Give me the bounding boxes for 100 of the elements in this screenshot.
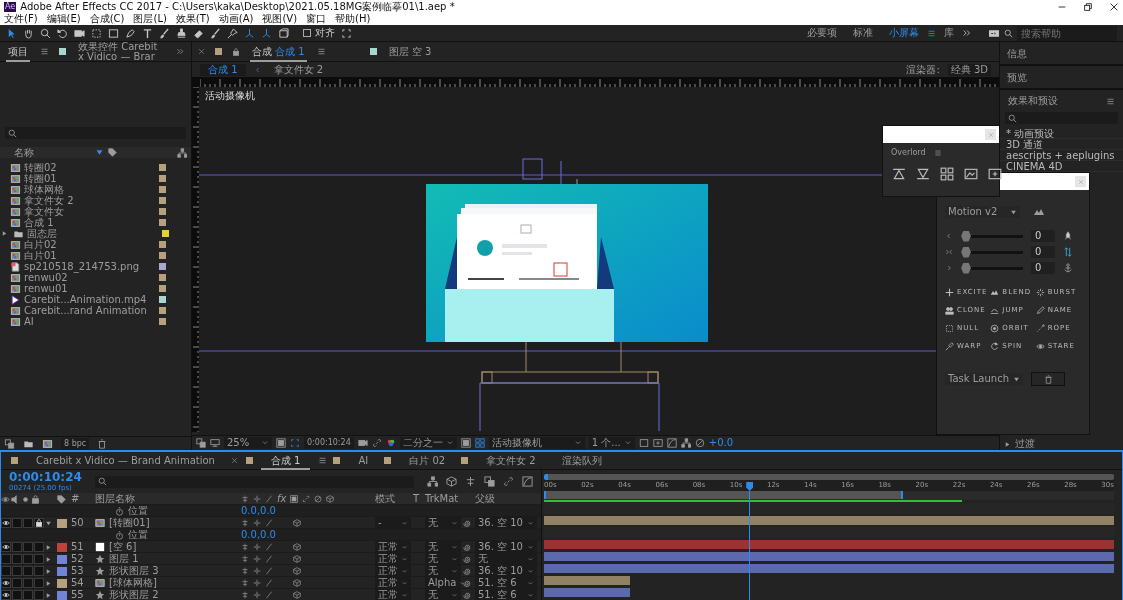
project-item[interactable]: 球体网格 — [24, 184, 156, 195]
zoom-dropdown[interactable]: 25% — [224, 437, 272, 449]
menu-item[interactable]: 文件(F) — [4, 13, 38, 25]
viewer-tab[interactable]: 合成 合成 1 — [250, 41, 307, 62]
project-item[interactable]: 拿文件女 2 — [24, 195, 156, 206]
parent-dropdown[interactable]: 无 — [475, 553, 537, 565]
project-item[interactable]: Carebit...rand Animation — [24, 305, 156, 316]
panel-title[interactable]: 效果和预设 — [1008, 95, 1058, 107]
menu-item[interactable]: 帮助(H) — [335, 13, 371, 25]
view-dropdown[interactable]: 活动摄像机 — [488, 437, 585, 449]
project-item[interactable]: 转圈02 — [24, 162, 156, 173]
layer-name[interactable]: 图层 1 — [109, 553, 139, 565]
mode-dropdown[interactable]: 正常 — [375, 553, 411, 565]
timeline-tab[interactable]: AI — [348, 451, 379, 470]
effects-tree-item[interactable]: CINEMA 4D — [1006, 161, 1063, 172]
preset-dropdown[interactable]: Motion v2 — [945, 206, 1020, 218]
help-search-field[interactable]: 搜索帮助 — [1017, 25, 1117, 41]
effects-tree-item[interactable]: 3D 通道 — [1006, 139, 1044, 150]
track-matte-dropdown[interactable]: 无 — [425, 541, 461, 553]
slider-value-field[interactable]: 0 — [1031, 246, 1055, 258]
project-item[interactable]: 转圈01 — [24, 173, 156, 184]
property-name: 位置 — [128, 505, 148, 517]
project-item[interactable]: 白片02 — [24, 239, 156, 250]
project-item[interactable]: 拿文件女 — [24, 206, 156, 217]
effects-tree-item[interactable]: 过渡 — [1015, 438, 1035, 450]
mode-dropdown[interactable]: 正常 — [375, 577, 411, 589]
project-item[interactable]: 合成 1 — [24, 217, 156, 228]
parent-dropdown[interactable]: 36. 空 10 — [475, 541, 537, 553]
project-item[interactable]: 白片01 — [24, 250, 156, 261]
parent-dropdown[interactable]: 36. 空 10 — [475, 565, 537, 577]
layer-name[interactable]: [空 6] — [109, 541, 137, 553]
layer-number: 52 — [71, 553, 85, 565]
column-header: TrkMat — [425, 493, 460, 505]
slider-value-field[interactable]: 0 — [1031, 230, 1055, 242]
menu-item[interactable]: 窗口 — [306, 13, 327, 25]
menu-item[interactable]: 合成(C) — [89, 13, 125, 25]
track-matte-dropdown[interactable]: 无 — [425, 553, 461, 565]
timeline-tab[interactable]: 渲染队列 — [551, 451, 612, 470]
layer-name[interactable]: 形状图层 3 — [109, 565, 159, 577]
breadcrumb[interactable]: 合成 1 — [200, 63, 246, 76]
layer-name[interactable]: [球体网格] — [109, 577, 157, 589]
timeline-tab[interactable]: 白片 02 — [399, 451, 456, 470]
mode-dropdown[interactable]: 正常 — [375, 589, 411, 600]
project-item[interactable]: renwu01 — [24, 283, 156, 294]
layer-number: 53 — [71, 565, 85, 577]
property-value[interactable]: 0.0,0.0 — [241, 505, 319, 517]
project-item[interactable]: Carebit...Animation.mp4 — [24, 294, 156, 305]
menu-item[interactable]: 效果(T) — [175, 13, 210, 25]
breadcrumb[interactable]: 拿文件女 2 — [269, 63, 328, 76]
panel-tab[interactable]: 效果控件 Carebit x Vidico — Brar — [76, 41, 166, 62]
menu-item[interactable]: 编辑(E) — [46, 13, 81, 25]
effects-tree-item[interactable]: aescripts + aeplugins — [1006, 150, 1115, 161]
workspace-tab[interactable]: 必要项 — [799, 27, 845, 39]
parent-dropdown[interactable]: 51. 空 6 — [475, 589, 537, 600]
views-dropdown[interactable]: 1 个... — [588, 437, 635, 449]
bit-depth-button[interactable]: 8 bpc — [61, 437, 90, 450]
mode-dropdown[interactable]: - — [375, 517, 411, 529]
workspace-tab[interactable]: 标准 — [845, 27, 881, 39]
exposure-value: +0.0 — [708, 437, 734, 449]
layer-name[interactable]: [转圈01] — [109, 517, 150, 529]
timeline-tab[interactable]: Carebit x Vidico — Brand Animation — [26, 451, 225, 470]
panel-tab[interactable]: 项目 — [6, 41, 30, 62]
layer-number: 50 — [71, 517, 85, 529]
layer-number: 54 — [71, 577, 85, 589]
timeline-tab[interactable]: 合成 1 — [260, 451, 311, 470]
workspace-tab[interactable]: 库 — [936, 27, 962, 39]
task-dropdown[interactable]: Task Launch — [945, 373, 1023, 385]
project-item[interactable]: 固态层 — [27, 228, 159, 239]
track-matte-dropdown[interactable]: 无 — [425, 565, 461, 577]
layer-name[interactable]: 形状图层 2 — [109, 589, 159, 600]
layer-number: 51 — [71, 541, 85, 553]
parent-dropdown[interactable]: 51. 空 6 — [475, 577, 537, 589]
project-item[interactable]: AI — [24, 316, 156, 327]
column-header[interactable]: 名称 — [14, 146, 34, 159]
project-item[interactable]: renwu02 — [24, 272, 156, 283]
project-item[interactable]: sp210518_214753.png — [24, 261, 156, 272]
workspace-tab[interactable]: 小屏幕 — [881, 27, 927, 39]
viewer-tab[interactable]: 图层 空 3 — [386, 41, 434, 62]
resolution-dropdown[interactable]: 二分之一 — [399, 437, 457, 449]
slider-value-field[interactable]: 0 — [1031, 262, 1055, 274]
effects-tree-item[interactable]: * 动画预设 — [1006, 128, 1055, 139]
timecode-field[interactable]: 0:00:10:24 — [304, 437, 354, 449]
track-matte-dropdown[interactable]: 无 — [425, 517, 461, 529]
current-time[interactable]: 0:00:10:24 — [9, 471, 82, 484]
mode-dropdown[interactable]: 正常 — [375, 541, 411, 553]
parent-dropdown[interactable]: 36. 空 10 — [475, 517, 537, 529]
panel-title[interactable]: 信息 — [1007, 48, 1027, 59]
renderer-label: 渲染器: — [906, 63, 940, 75]
timeline-tab[interactable]: 拿文件女 2 — [476, 451, 546, 470]
panel-title[interactable]: 预览 — [1007, 72, 1027, 83]
menu-item[interactable]: 动画(A) — [218, 13, 254, 25]
renderer-dropdown[interactable]: 经典 3D — [947, 63, 991, 76]
column-header: fx — [277, 493, 287, 505]
track-matte-dropdown[interactable]: 无 — [425, 589, 461, 600]
menu-item[interactable]: 视图(V) — [262, 13, 298, 25]
mode-dropdown[interactable]: 正常 — [375, 565, 411, 577]
property-value[interactable]: 0.0,0.0 — [241, 529, 319, 541]
column-header: # — [71, 493, 81, 505]
menu-item[interactable]: 图层(L) — [133, 13, 167, 25]
camera-label: 活动摄像机 — [205, 90, 255, 102]
